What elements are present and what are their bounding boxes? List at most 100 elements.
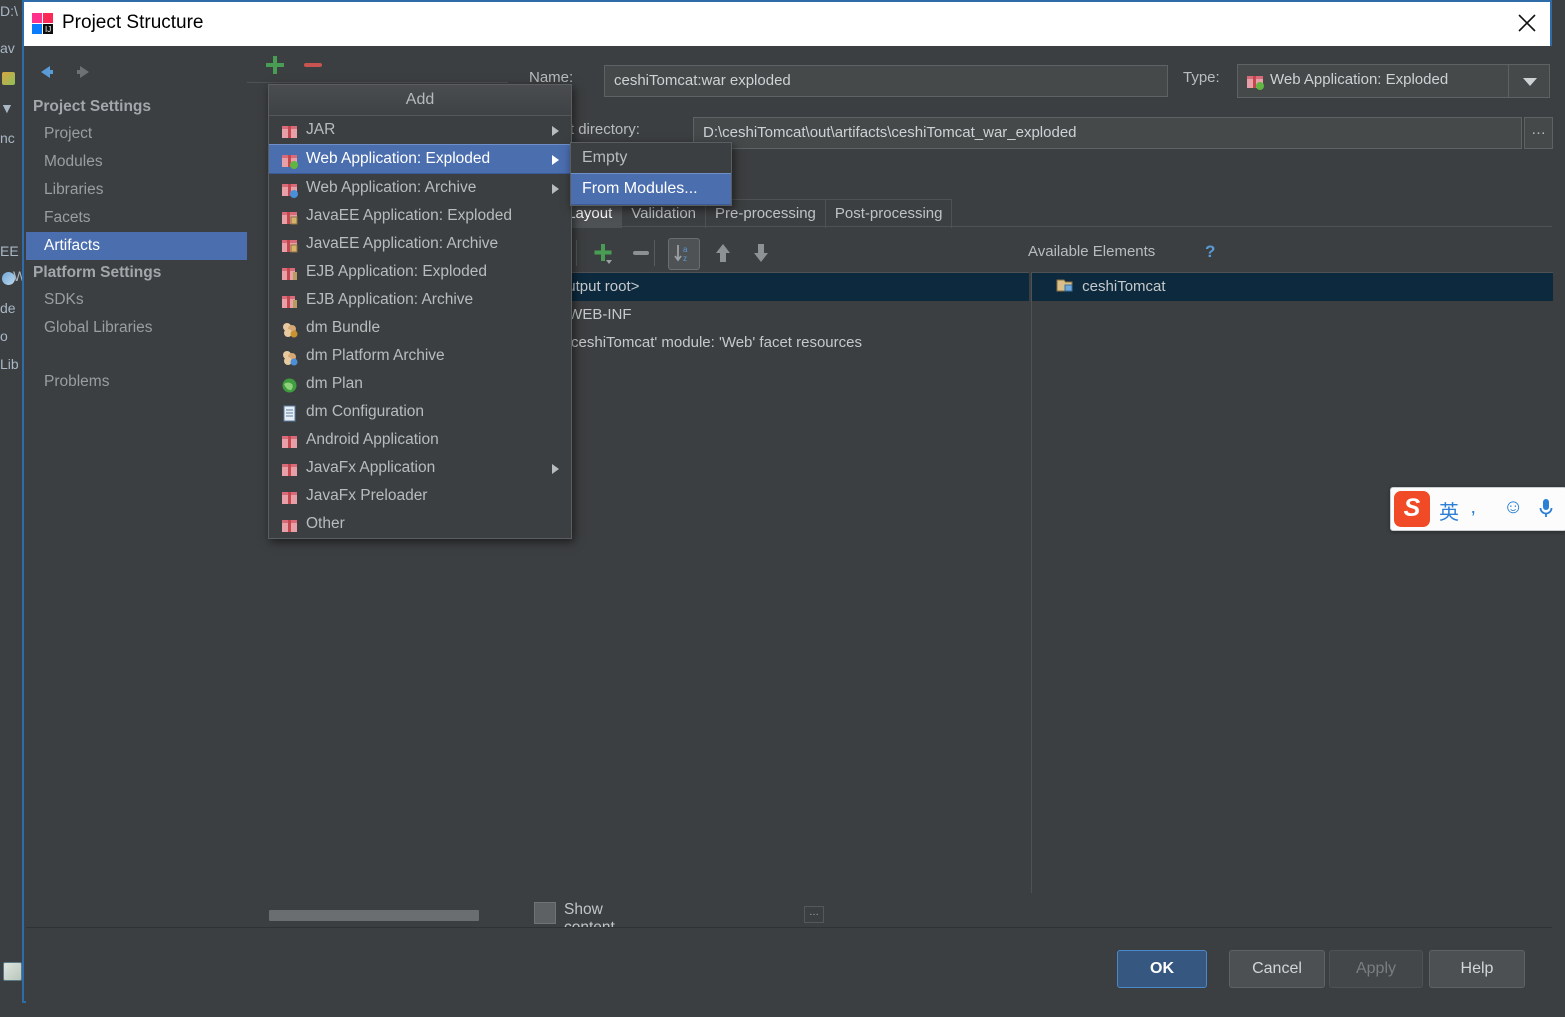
svg-text:IJ: IJ <box>45 25 51 34</box>
cancel-button[interactable]: Cancel <box>1229 950 1325 988</box>
sogou-logo-icon[interactable]: S <box>1394 491 1430 527</box>
taskbar-app-icon[interactable] <box>3 962 22 981</box>
submenu-item-empty[interactable]: Empty <box>571 143 731 173</box>
menu-item-other[interactable]: Other <box>269 510 571 538</box>
arrow-right-icon[interactable] <box>70 58 98 86</box>
sidebar-item-label: Project <box>44 125 93 142</box>
tree-row[interactable]: 'ceshiTomcat' module: 'Web' facet resour… <box>508 329 1029 357</box>
bg-text-fragment: EE <box>0 243 19 259</box>
sidebar-item-facets[interactable]: Facets <box>26 204 247 232</box>
menu-item-javaee-application-exploded[interactable]: JavaEE Application: Exploded <box>269 202 571 230</box>
browse-directory-button[interactable]: … <box>1524 117 1553 149</box>
arrow-up-icon[interactable] <box>708 238 738 268</box>
menu-item-jar[interactable]: JAR <box>269 116 571 144</box>
menu-item-javafx-application[interactable]: JavaFx Application <box>269 454 571 482</box>
menu-item-ejb-application-exploded[interactable]: EJB Application: Exploded <box>269 258 571 286</box>
plus-icon[interactable] <box>262 52 288 78</box>
project-structure-dialog: IJ Project Structure Project Settings Pr… <box>22 0 1553 1004</box>
available-elements-tree[interactable]: ceshiTomcat <box>1031 272 1553 893</box>
arrow-left-icon[interactable] <box>32 58 60 86</box>
ejb-archive-icon <box>281 292 298 309</box>
ime-punctuation-icon[interactable]: ‚ <box>1471 496 1475 519</box>
show-content-checkbox[interactable] <box>534 902 556 924</box>
show-content-options-button[interactable]: … <box>804 906 824 923</box>
menu-item-label: JavaFx Application <box>306 459 436 476</box>
tab-underline <box>508 226 1552 227</box>
tree-row-label: ceshiTomcat <box>1082 278 1166 295</box>
ime-emoji-icon[interactable]: ☺ <box>1503 496 1523 519</box>
bg-text-fragment: ▼ <box>0 100 14 116</box>
tree-row[interactable]: WEB-INF <box>508 301 1029 329</box>
sidebar-item-label: Facets <box>44 209 91 226</box>
minus-icon[interactable] <box>300 52 326 78</box>
menu-item-web-application-archive[interactable]: Web Application: Archive <box>269 174 571 202</box>
tree-row[interactable]: ceshiTomcat <box>1032 273 1553 301</box>
menu-item-web-application-exploded[interactable]: Web Application: Exploded <box>269 144 571 174</box>
tree-row[interactable]: <output root> <box>508 273 1029 301</box>
bg-text-fragment: de <box>0 300 16 316</box>
help-icon[interactable]: ? <box>1205 242 1215 262</box>
sort-az-icon[interactable]: a z <box>668 238 700 270</box>
bg-text-fragment: D:\ <box>0 3 18 19</box>
available-elements-label: Available Elements <box>1028 243 1156 260</box>
artifact-type-select[interactable]: Web Application: Exploded <box>1237 64 1550 98</box>
arrow-down-icon[interactable] <box>746 238 776 268</box>
type-label: Type: <box>1183 69 1220 86</box>
javafx-application-icon <box>281 460 298 477</box>
bg-text-fragment: W <box>13 268 22 284</box>
sidebar-item-global-libraries[interactable]: Global Libraries <box>26 314 247 342</box>
menu-item-label: JAR <box>306 121 336 138</box>
ok-button[interactable]: OK <box>1117 950 1207 988</box>
chevron-right-icon <box>552 126 559 136</box>
menu-item-label: Other <box>306 515 345 532</box>
sidebar-item-libraries[interactable]: Libraries <box>26 176 247 204</box>
sidebar-item-modules[interactable]: Modules <box>26 148 247 176</box>
ime-microphone-icon[interactable] <box>1537 497 1555 525</box>
menu-item-dm-plan[interactable]: dm Plan <box>269 370 571 398</box>
svg-text:z: z <box>683 254 687 263</box>
submenu-item-from-modules[interactable]: From Modules... <box>571 173 731 205</box>
help-button[interactable]: Help <box>1429 950 1525 988</box>
menu-item-android-application[interactable]: Android Application <box>269 426 571 454</box>
sidebar-item-problems[interactable]: Problems <box>26 368 247 396</box>
plus-dropdown-icon[interactable] <box>588 238 618 268</box>
menu-item-dm-configuration[interactable]: dm Configuration <box>269 398 571 426</box>
menu-item-javaee-application-archive[interactable]: JavaEE Application: Archive <box>269 230 571 258</box>
artifact-list-hscrollbar[interactable] <box>247 907 508 923</box>
dm-plan-icon <box>281 376 298 393</box>
output-layout-tree[interactable]: <output root> WEB-INF 'ceshiTomcat' modu… <box>508 272 1029 893</box>
menu-item-javafx-preloader[interactable]: JavaFx Preloader <box>269 482 571 510</box>
sidebar-item-project[interactable]: Project <box>26 120 247 148</box>
menu-item-label: dm Platform Archive <box>306 347 445 364</box>
ime-language-mode[interactable]: 英 <box>1439 496 1459 525</box>
close-icon[interactable] <box>1504 2 1550 44</box>
output-directory-input[interactable]: D:\ceshiTomcat\out\artifacts\ceshiTomcat… <box>693 117 1522 149</box>
menu-item-dm-bundle[interactable]: dm Bundle <box>269 314 571 342</box>
page-title: Project Structure <box>62 12 204 33</box>
bg-text-fragment: o <box>0 328 8 344</box>
artifact-type-value: Web Application: Exploded <box>1270 71 1449 88</box>
sidebar-item-artifacts[interactable]: Artifacts <box>26 232 247 260</box>
tab-post-processing[interactable]: Post-processing <box>824 199 953 228</box>
chevron-right-icon <box>552 184 559 194</box>
sidebar-item-label: SDKs <box>44 291 84 308</box>
menu-item-dm-platform-archive[interactable]: dm Platform Archive <box>269 342 571 370</box>
artifact-name-input[interactable]: ceshiTomcat:war exploded <box>604 65 1168 97</box>
minus-icon[interactable] <box>626 238 656 268</box>
nav-group-project-settings: Project Settings <box>33 98 151 115</box>
bg-file-icon <box>2 72 15 85</box>
tree-row-label: WEB-INF <box>568 306 632 323</box>
sidebar-item-label: Global Libraries <box>44 319 153 336</box>
menu-item-ejb-application-archive[interactable]: EJB Application: Archive <box>269 286 571 314</box>
add-artifact-menu: Add JAR Web Application: Exploded Web Ap… <box>268 84 572 539</box>
menu-item-label: JavaEE Application: Archive <box>306 235 499 252</box>
web-exploded-icon <box>1246 72 1264 90</box>
svg-text:a: a <box>683 245 688 254</box>
toolbar-separator <box>576 240 577 266</box>
sidebar-item-sdks[interactable]: SDKs <box>26 286 247 314</box>
apply-button[interactable]: Apply <box>1329 950 1423 988</box>
scrollbar-thumb[interactable] <box>269 910 479 921</box>
chevron-right-icon <box>552 155 559 165</box>
web-exploded-submenu: Empty From Modules... <box>570 142 732 206</box>
chevron-down-icon[interactable] <box>1508 65 1549 97</box>
